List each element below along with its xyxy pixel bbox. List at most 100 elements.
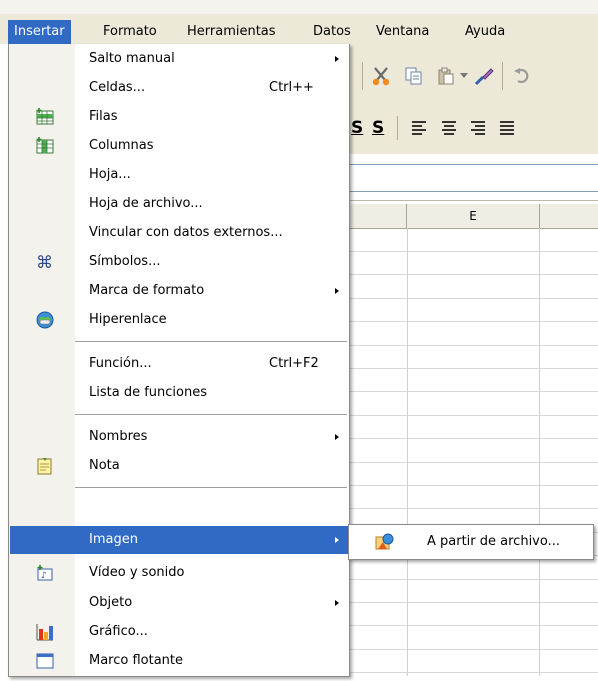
grid-line (348, 321, 598, 322)
strike-s-icon[interactable]: S (372, 118, 384, 138)
menu-item-label: Hiperenlace (89, 312, 167, 327)
menu-item-filas[interactable]: Filas (10, 103, 348, 131)
menu-item-funcion[interactable]: Función... Ctrl+F2 (10, 350, 348, 378)
menu-formato[interactable]: Formato (97, 20, 163, 44)
menu-item-objeto[interactable]: Objeto (10, 589, 348, 617)
menubar: Insertar Formato Herramientas Datos Vent… (0, 0, 598, 44)
column-header-f[interactable] (540, 204, 598, 229)
menu-item-shortcut: Ctrl++ (269, 80, 314, 95)
cut-icon[interactable] (370, 64, 394, 88)
menu-ayuda[interactable]: Ayuda (459, 20, 511, 44)
menu-item-label: Vincular con datos externos... (89, 225, 283, 240)
align-left-icon[interactable] (412, 121, 426, 135)
menu-item-label: Gráfico... (89, 624, 148, 639)
paste-dropdown-icon[interactable] (458, 64, 470, 88)
chart-icon (36, 623, 54, 641)
menu-item-simbolos[interactable]: ⌘ Símbolos... (10, 248, 348, 276)
submenu-arrow-icon (335, 434, 339, 440)
menu-item-marca-de-formato[interactable]: Marca de formato (10, 277, 348, 305)
menu-item-label: Filas (89, 109, 118, 124)
menu-item-grafico[interactable]: Gráfico... (10, 618, 348, 646)
menu-item-imagen[interactable]: Imagen (10, 526, 348, 554)
submenu-arrow-icon (335, 288, 339, 294)
menu-item-label: Imagen (89, 532, 138, 547)
format-paintbrush-icon[interactable] (472, 64, 496, 88)
menu-item-label: Salto manual (89, 51, 175, 66)
grid-line (348, 251, 598, 252)
grid-line (348, 274, 598, 275)
menu-item-vincular-datos-externos[interactable]: Vincular con datos externos... (10, 219, 348, 247)
grid-line (348, 345, 598, 346)
floating-frame-icon (36, 652, 54, 670)
menu-item-nota[interactable]: Nota (10, 452, 348, 480)
menu-item-label: Símbolos... (89, 254, 161, 269)
toolbar-separator (397, 116, 398, 140)
paste-icon[interactable] (434, 64, 458, 88)
hyperlink-icon (36, 311, 54, 329)
submenu-arrow-icon (335, 537, 339, 543)
align-right-icon[interactable] (471, 121, 485, 135)
menu-item-label: Vídeo y sonido (89, 565, 185, 580)
grid-line (348, 462, 598, 463)
menu-item-label: Celdas... (89, 80, 146, 95)
menu-item-label: Función... (89, 356, 152, 371)
column-header-d[interactable] (348, 204, 407, 229)
window-top-strip (0, 0, 598, 14)
menu-item-hiperenlace[interactable]: Hiperenlace (10, 306, 348, 334)
menu-separator (75, 487, 347, 488)
menu-datos[interactable]: Datos (307, 20, 357, 44)
menu-item-marco-flotante[interactable]: Marco flotante (10, 647, 348, 675)
menu-item-label: Hoja de archivo... (89, 196, 203, 211)
grid-line (348, 368, 598, 369)
toolbar-separator (362, 62, 363, 90)
menu-separator (75, 414, 347, 415)
undo-icon[interactable] (510, 64, 534, 88)
column-header-e[interactable]: E (407, 204, 540, 229)
svg-text:♪: ♪ (41, 571, 47, 581)
menu-ventana[interactable]: Ventana (370, 20, 435, 44)
note-icon (36, 457, 54, 475)
spreadsheet-grid[interactable]: E (348, 204, 598, 676)
align-justify-icon[interactable] (500, 121, 514, 135)
menu-item-nombres[interactable]: Nombres (10, 423, 348, 451)
insert-menu: Salto manual Celdas... Ctrl++ Filas Colu… (8, 44, 350, 677)
menu-item-label: Hoja... (89, 167, 131, 182)
image-from-file-icon (375, 533, 395, 551)
menu-item-hoja-de-archivo[interactable]: Hoja de archivo... (10, 190, 348, 218)
menu-herramientas[interactable]: Herramientas (181, 20, 282, 44)
grid-line (539, 228, 540, 676)
menu-item-label: Marca de formato (89, 283, 205, 298)
menu-item-lista-de-funciones[interactable]: Lista de funciones (10, 379, 348, 407)
grid-line (348, 602, 598, 603)
image-submenu: A partir de archivo... (348, 524, 594, 560)
grid-line (348, 579, 598, 580)
grid-line (348, 649, 598, 650)
menu-item-hoja[interactable]: Hoja... (10, 161, 348, 189)
copy-icon[interactable] (402, 64, 426, 88)
menu-item-celdas[interactable]: Celdas... Ctrl++ (10, 74, 348, 102)
grid-line (348, 508, 598, 509)
menu-item-video-y-sonido[interactable]: ♪ Vídeo y sonido (10, 559, 348, 587)
grid-line (348, 415, 598, 416)
symbols-icon: ⌘ (36, 253, 54, 273)
menu-insertar[interactable]: Insertar (8, 20, 71, 44)
formula-input[interactable] (348, 164, 598, 192)
svg-text:⌘: ⌘ (36, 253, 53, 271)
menu-item-columnas[interactable]: Columnas (10, 132, 348, 160)
grid-line (348, 438, 598, 439)
submenu-arrow-icon (335, 56, 339, 62)
submenu-item-a-partir-de-archivo[interactable]: A partir de archivo... (351, 528, 591, 556)
align-center-icon[interactable] (442, 121, 456, 135)
menu-item-salto-manual[interactable]: Salto manual (10, 45, 348, 73)
menu-item-label: Nota (89, 458, 120, 473)
menu-item-label: A partir de archivo... (427, 534, 560, 549)
shadow-s-icon[interactable]: S (351, 118, 363, 138)
grid-line (348, 625, 598, 626)
insert-columns-icon (36, 137, 54, 155)
video-sound-icon: ♪ (36, 564, 54, 582)
menu-item-label: Nombres (89, 429, 148, 444)
grid-line (348, 485, 598, 486)
toolbar-separator (502, 62, 503, 90)
standard-toolbar (348, 44, 598, 107)
insert-rows-icon (36, 108, 54, 126)
